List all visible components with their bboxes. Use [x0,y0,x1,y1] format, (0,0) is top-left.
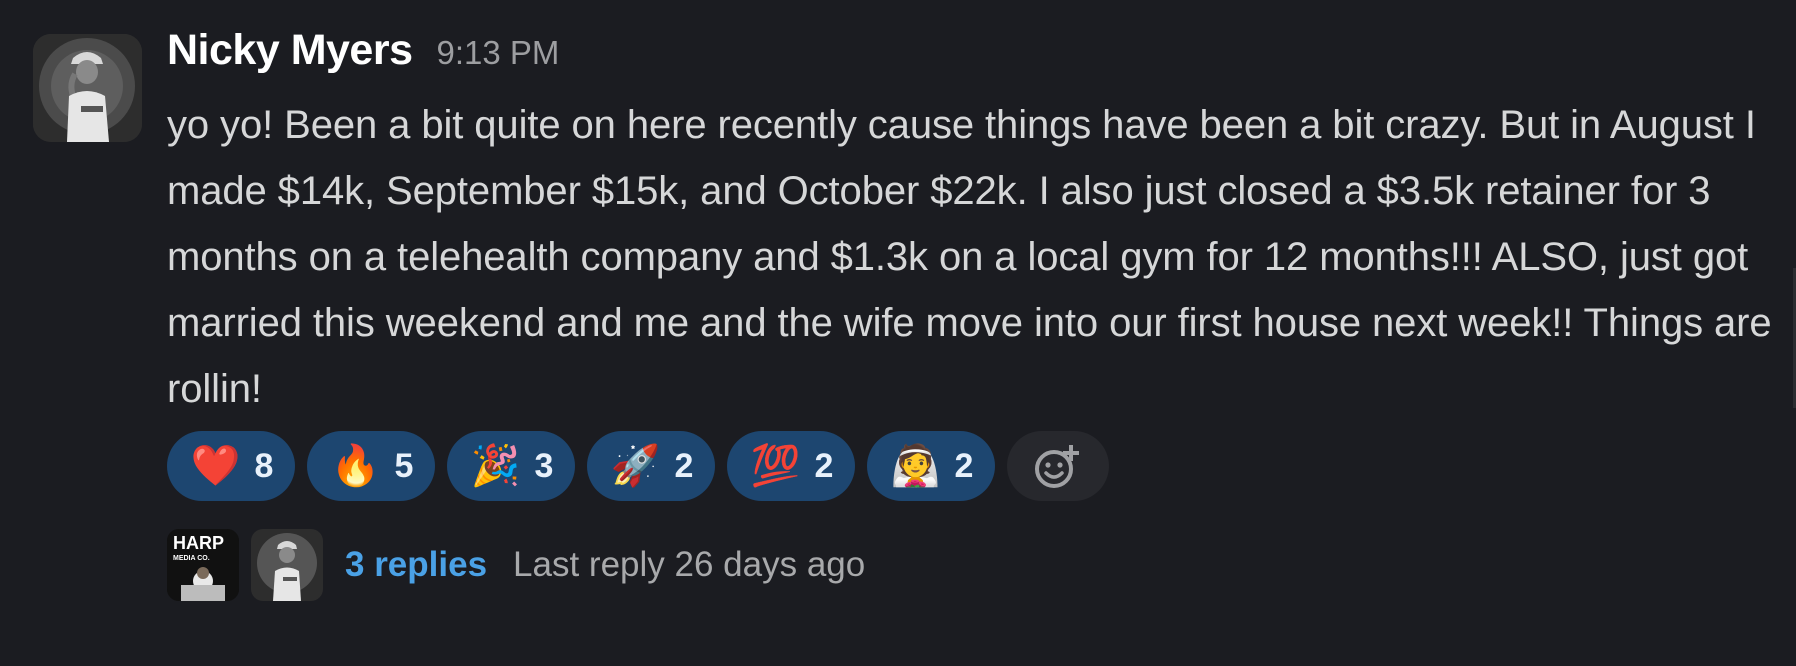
reaction-hundred[interactable]: 💯 2 [727,431,855,501]
reaction-count: 2 [814,446,834,485]
reactions-bar: ❤️ 8 🔥 5 🎉 3 🚀 2 💯 2 👰 2 [167,431,1109,501]
last-reply-text: Last reply 26 days ago [513,545,866,584]
reaction-count: 2 [674,446,694,485]
person-photo-icon [33,34,142,142]
fire-icon: 🔥 [330,443,381,489]
svg-text:MEDIA CO.: MEDIA CO. [173,555,210,562]
reaction-count: 2 [954,446,974,485]
person-photo-icon [251,529,323,601]
reaction-bride[interactable]: 👰 2 [867,431,995,501]
reaction-party-popper[interactable]: 🎉 3 [447,431,575,501]
message-header: Nicky Myers 9:13 PM [167,26,559,90]
reaction-heart[interactable]: ❤️ 8 [167,431,295,501]
rocket-icon: 🚀 [610,443,661,489]
harp-media-logo-icon: HARP MEDIA CO. [167,529,239,601]
svg-text:HARP: HARP [173,533,224,553]
author-avatar[interactable] [33,34,142,142]
reaction-count: 8 [254,446,274,485]
add-reaction-button[interactable] [1007,431,1109,501]
reply-avatar-nicky[interactable] [251,529,323,601]
thread-summary[interactable]: HARP MEDIA CO. 3 replies Last reply 26 d… [167,529,865,601]
reaction-rocket[interactable]: 🚀 2 [587,431,715,501]
author-name[interactable]: Nicky Myers [167,26,413,75]
hundred-points-icon: 💯 [750,443,801,489]
party-popper-icon: 🎉 [470,443,521,489]
reaction-count: 5 [394,446,414,485]
message-timestamp[interactable]: 9:13 PM [437,34,560,72]
reply-avatar-harp-media[interactable]: HARP MEDIA CO. [167,529,239,601]
replies-link[interactable]: 3 replies [345,545,487,585]
red-heart-icon: ❤️ [190,443,241,489]
message-text: yo yo! Been a bit quite on here recently… [167,103,1772,411]
reaction-count: 3 [534,446,554,485]
bride-icon: 👰 [890,443,941,489]
add-reaction-icon [1035,445,1079,488]
reaction-fire[interactable]: 🔥 5 [307,431,435,501]
message: Nicky Myers 9:13 PM yo yo! Been a bit qu… [0,0,1796,666]
